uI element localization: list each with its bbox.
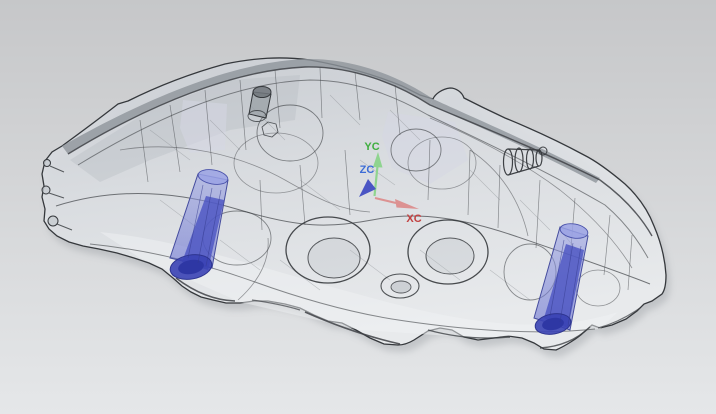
- mounting-hole: [43, 159, 51, 167]
- triad-z-label: ZC: [360, 164, 375, 176]
- mounting-hole: [47, 215, 59, 227]
- triad-x-label: XC: [406, 213, 421, 225]
- bore-ellipse: [307, 237, 361, 279]
- triad-y-label: YC: [364, 141, 379, 153]
- bore-ellipse: [390, 280, 412, 294]
- mounting-hole: [41, 185, 51, 195]
- bore-ellipse: [425, 237, 475, 275]
- pad-window-left: [180, 100, 227, 153]
- bolt-head: [252, 86, 272, 98]
- cad-viewport: YC ZC XC: [0, 0, 716, 414]
- cad-canvas[interactable]: YC ZC XC: [0, 0, 716, 414]
